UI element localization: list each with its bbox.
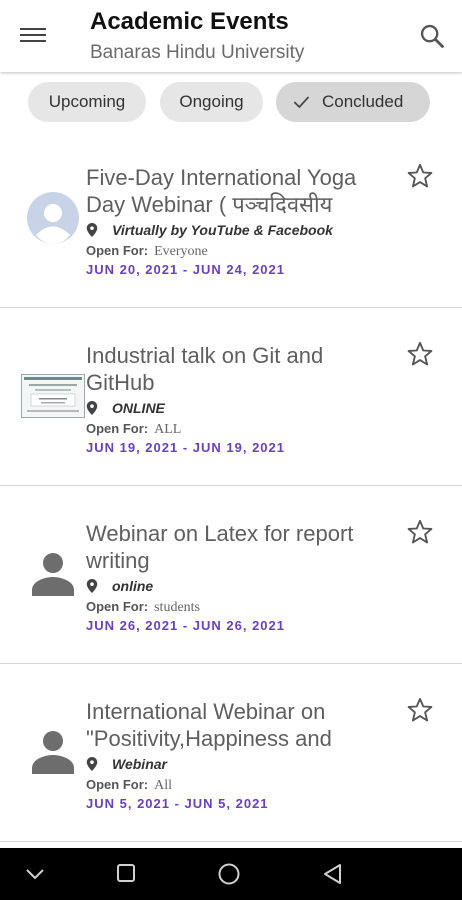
person-icon [32,731,74,774]
event-title: International Webinar on [86,699,326,724]
event-title: Webinar on Latex for report [86,521,354,546]
event-location: Webinar [86,756,167,772]
event-card[interactable]: International Webinar on "Positivity,Hap… [0,664,462,842]
location-pin-icon [86,579,98,593]
person-icon [32,553,74,596]
avatar-placeholder-icon [27,192,79,244]
event-poster-image [21,374,85,418]
location-text: Virtually by YouTube & Facebook [112,222,333,238]
open-for-value: students [154,600,200,615]
event-location: Virtually by YouTube & Facebook [86,222,333,238]
event-card[interactable]: Webinar on Latex for report writing onli… [0,486,462,664]
app-bar: Academic Events Banaras Hindu University [0,0,462,72]
event-title-line2: Day Webinar ( पञ्चदिवसीय [86,192,333,217]
star-icon[interactable] [406,696,434,724]
location-text: online [112,578,154,594]
event-title: Five-Day International Yoga [86,165,357,190]
chip-label: Upcoming [48,92,126,111]
system-navigation-bar [0,848,462,900]
event-title: Industrial talk on Git and [86,343,324,368]
hamburger-menu-icon[interactable] [20,24,46,46]
chip-ongoing[interactable]: Ongoing [160,82,263,122]
page-subtitle: Banaras Hindu University [90,42,305,63]
open-for-label: Open For: [86,599,149,614]
recent-apps-icon[interactable] [112,848,140,900]
home-icon[interactable] [214,848,244,900]
location-pin-icon [86,757,98,771]
chip-label: Ongoing [179,92,244,111]
search-icon[interactable] [418,22,446,50]
event-dates: JUN 20, 2021 - JUN 24, 2021 [86,262,285,277]
chip-concluded[interactable]: Concluded [276,82,430,122]
event-open-for: Open For: All [86,777,172,794]
event-open-for: Open For: Everyone [86,243,208,260]
back-icon[interactable] [318,848,346,900]
event-dates: JUN 19, 2021 - JUN 19, 2021 [86,440,285,455]
open-for-label: Open For: [86,421,149,436]
location-pin-icon [86,223,98,237]
event-open-for: Open For: ALL [86,421,181,438]
location-text: ONLINE [112,400,165,416]
page-title: Academic Events [90,8,289,35]
event-open-for: Open For: students [86,599,200,616]
star-icon[interactable] [406,340,434,368]
event-dates: JUN 5, 2021 - JUN 5, 2021 [86,796,269,811]
check-icon [293,96,310,109]
open-for-value: All [154,778,172,793]
filter-chips: Upcoming Ongoing Concluded [0,82,462,122]
event-card[interactable]: Industrial talk on Git and GitHub ONLINE… [0,308,462,486]
chip-label: Concluded [322,92,404,111]
location-pin-icon [86,401,98,415]
event-title-line2: writing [86,548,150,573]
event-title-line2: "Positivity,Happiness and [86,726,332,751]
open-for-value: ALL [154,422,182,437]
divider [0,841,462,842]
location-text: Webinar [112,756,167,772]
event-title-line2: GitHub [86,370,155,395]
star-icon[interactable] [406,518,434,546]
event-location: online [86,578,153,594]
open-for-label: Open For: [86,777,149,792]
event-dates: JUN 26, 2021 - JUN 26, 2021 [86,618,285,633]
open-for-value: Everyone [154,244,208,259]
event-card[interactable]: Five-Day International Yoga Day Webinar … [0,130,462,308]
open-for-label: Open For: [86,243,149,258]
chevron-down-icon[interactable] [22,848,48,900]
star-icon[interactable] [406,162,434,190]
chip-upcoming[interactable]: Upcoming [28,82,146,122]
event-location: ONLINE [86,400,165,416]
